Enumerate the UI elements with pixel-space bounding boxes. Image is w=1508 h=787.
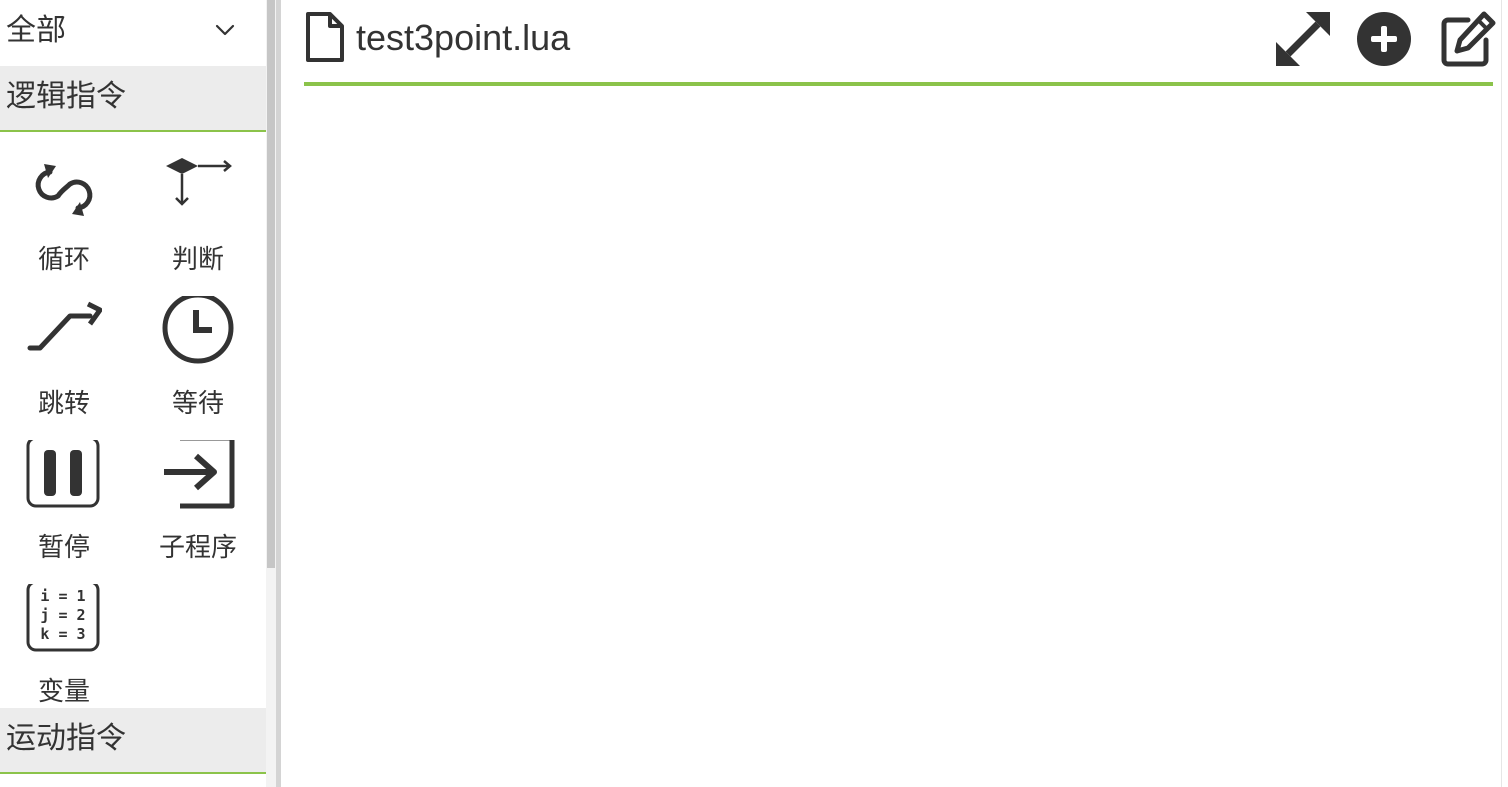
variable-line-3: k = 3 <box>40 625 85 643</box>
tool-jump[interactable]: 跳转 <box>0 292 134 432</box>
jump-icon <box>27 301 102 351</box>
tool-label: 暂停 <box>37 533 90 563</box>
tool-label: 跳转 <box>37 389 90 419</box>
tool-loop[interactable]: 循环 <box>0 148 134 288</box>
expand-button[interactable] <box>1274 10 1332 68</box>
section-header-logic[interactable]: 逻辑指令 <box>0 66 266 132</box>
sidebar-scrollbar-thumb[interactable] <box>267 0 275 568</box>
tool-variable[interactable]: i = 1 j = 2 k = 3 变量 <box>0 580 134 720</box>
expand-icon <box>1276 12 1330 66</box>
variable-line-1: i = 1 <box>40 587 85 605</box>
section-title: 运动指令 <box>6 721 126 756</box>
instruction-sidebar: 全部 逻辑指令 循环 判断 跳转 等待 暂停 子程序 i = 1 j = 2 k… <box>0 0 266 787</box>
edit-icon <box>1441 11 1496 67</box>
tool-label: 判断 <box>171 245 224 275</box>
variable-line-2: j = 2 <box>40 606 85 624</box>
tool-label: 循环 <box>37 245 90 275</box>
section-header-motion[interactable]: 运动指令 <box>0 708 266 774</box>
add-button[interactable] <box>1356 10 1414 68</box>
tool-label: 变量 <box>37 677 90 707</box>
edit-button[interactable] <box>1438 10 1496 68</box>
section-title: 逻辑指令 <box>6 79 126 114</box>
tool-subroutine[interactable]: 子程序 <box>134 436 266 576</box>
variable-icon: i = 1 j = 2 k = 3 <box>26 584 100 652</box>
window-right-edge <box>1501 0 1508 787</box>
script-editor: test3point.lua <box>281 0 1501 787</box>
category-filter-value: 全部 <box>6 13 66 48</box>
loop-icon <box>35 164 93 216</box>
tool-wait[interactable]: 等待 <box>134 292 266 432</box>
code-area[interactable] <box>304 90 1493 787</box>
clock-icon <box>162 296 234 364</box>
pause-icon <box>26 440 100 508</box>
file-header: test3point.lua <box>304 0 1496 86</box>
tool-label: 子程序 <box>158 533 237 563</box>
subroutine-icon <box>164 440 235 509</box>
category-filter-dropdown[interactable]: 全部 <box>0 0 266 66</box>
chevron-down-icon <box>215 24 235 36</box>
branch-icon <box>166 158 232 206</box>
file-name: test3point.lua <box>356 17 571 58</box>
tool-branch[interactable]: 判断 <box>134 148 266 288</box>
plus-circle-icon <box>1357 12 1411 66</box>
tool-label: 等待 <box>171 389 224 419</box>
file-icon <box>306 12 344 62</box>
tool-pause[interactable]: 暂停 <box>0 436 134 576</box>
